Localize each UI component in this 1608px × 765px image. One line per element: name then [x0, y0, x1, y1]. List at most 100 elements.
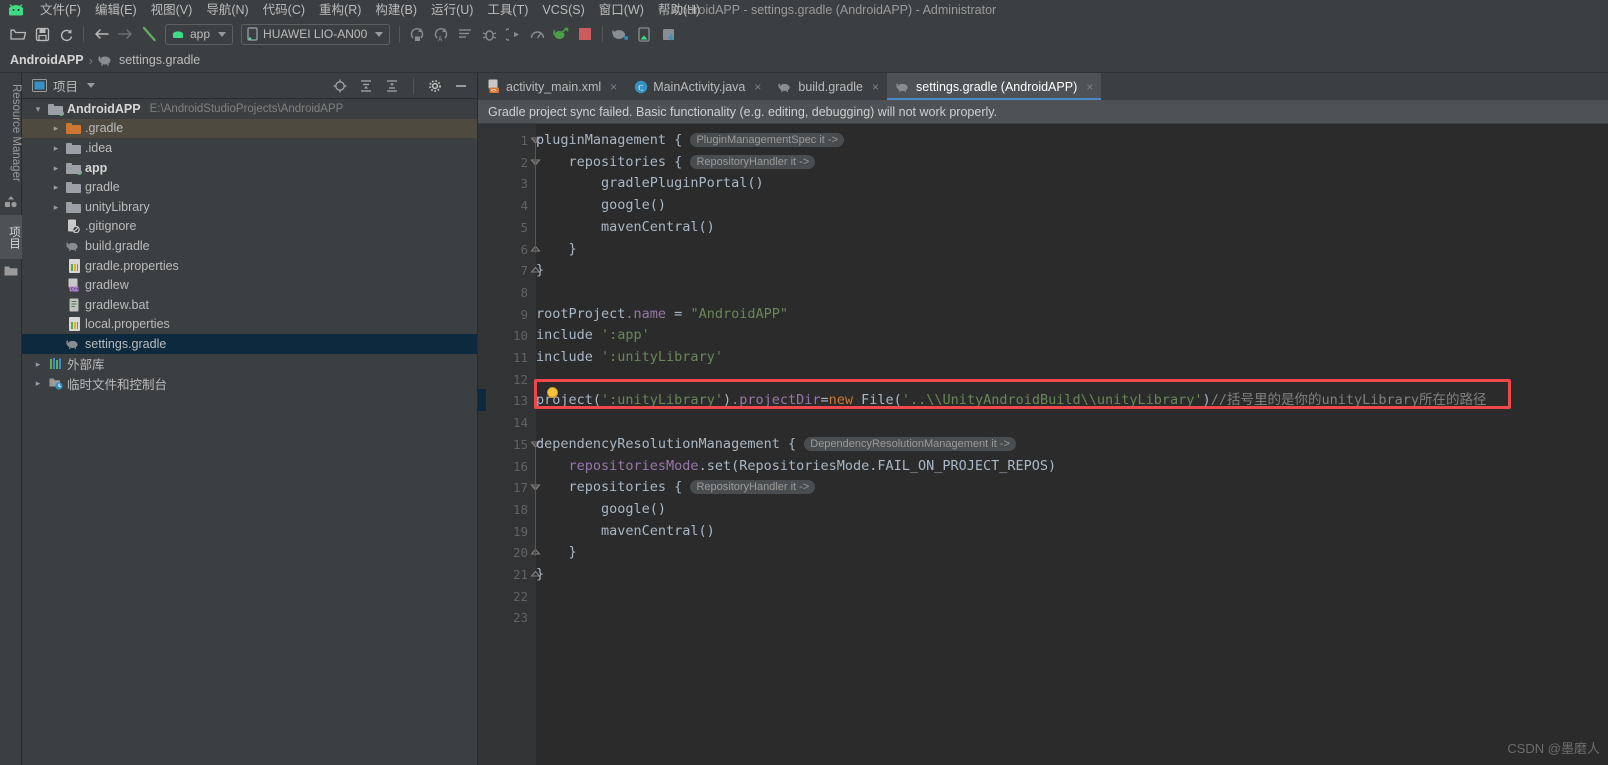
editor-tab[interactable]: <> activity_main.xml × — [478, 73, 625, 100]
tree-row[interactable]: .gradle — [22, 118, 477, 139]
code-lines[interactable]: pluginManagement { PluginManagementSpec … — [536, 124, 1608, 765]
menu-view[interactable]: 视图(V) — [144, 0, 200, 20]
menu-navigate[interactable]: 导航(N) — [199, 0, 255, 20]
menu-run[interactable]: 运行(U) — [424, 0, 480, 20]
tree-row[interactable]: local.properties — [22, 315, 477, 335]
tree-row[interactable]: settings.gradle — [22, 334, 477, 354]
menu-edit[interactable]: 编辑(E) — [88, 0, 144, 20]
code-line[interactable]: mavenCentral() — [536, 217, 715, 239]
code-line[interactable]: } — [536, 564, 544, 586]
code-line[interactable]: pluginManagement { PluginManagementSpec … — [536, 130, 845, 152]
code-line[interactable]: repositories { RepositoryHandler it -> — [536, 477, 816, 499]
menu-window[interactable]: 窗口(W) — [592, 0, 651, 20]
menu-refactor[interactable]: 重构(R) — [312, 0, 368, 20]
tree-expand-arrow-icon[interactable] — [50, 162, 62, 174]
code-line[interactable]: } — [536, 239, 577, 261]
text-file-icon — [66, 297, 81, 312]
tree-row[interactable]: 外部库 — [22, 354, 477, 374]
save-icon[interactable] — [30, 22, 54, 46]
device-selector[interactable]: HUAWEI LIO-AN00 — [241, 23, 391, 45]
tab-close-icon[interactable]: × — [1086, 80, 1093, 94]
tree-expand-arrow-icon[interactable] — [50, 201, 62, 213]
menu-code[interactable]: 代码(C) — [256, 0, 312, 20]
tree-expand-arrow-icon[interactable] — [50, 142, 62, 154]
code-line[interactable]: mavenCentral() — [536, 521, 715, 543]
run-icon[interactable] — [405, 22, 429, 46]
code-line[interactable]: google() — [536, 499, 666, 521]
tree-expand-arrow-icon[interactable] — [32, 358, 44, 370]
code-line[interactable]: rootProject.name = "AndroidAPP" — [536, 304, 788, 326]
code-area[interactable]: 1 2 3 4 5 6 7 8 9 10 11 12 13 14 15 16 17 18 19 20 21 22 23 pl… — [478, 124, 1608, 765]
logcat-icon[interactable] — [453, 22, 477, 46]
open-folder-icon[interactable] — [6, 22, 30, 46]
tab-close-icon[interactable]: × — [754, 80, 761, 94]
line-number-gutter[interactable]: 1 2 3 4 5 6 7 8 9 10 11 12 13 14 15 16 17 18 19 20 21 22 23 — [478, 124, 541, 765]
tree-expand-arrow-icon[interactable] — [50, 122, 62, 134]
collapse-all-icon[interactable] — [382, 76, 402, 96]
code-token: File( — [853, 392, 902, 409]
menu-file[interactable]: 文件(F) — [33, 0, 88, 20]
tool-tab-resource-manager[interactable]: Resource Manager — [0, 79, 22, 187]
tab-close-icon[interactable]: × — [872, 80, 879, 94]
gradle-elephant-icon — [66, 336, 81, 351]
attach-debugger-icon[interactable] — [501, 22, 525, 46]
tree-row[interactable]: .gitignore — [22, 217, 477, 237]
tree-row[interactable]: C++ gradlew — [22, 275, 477, 295]
code-line[interactable]: } — [536, 260, 544, 282]
tree-row[interactable]: build.gradle — [22, 236, 477, 256]
code-line[interactable]: repositories { RepositoryHandler it -> — [536, 152, 816, 174]
forward-arrow-icon[interactable] — [113, 22, 137, 46]
settings-gear-icon[interactable] — [425, 76, 445, 96]
tree-expand-arrow-icon[interactable] — [32, 377, 44, 389]
tab-close-icon[interactable]: × — [610, 80, 617, 94]
sync-icon[interactable] — [54, 22, 78, 46]
apply-changes-icon[interactable]: A — [429, 22, 453, 46]
tree-row[interactable]: gradlew.bat — [22, 295, 477, 315]
menu-vcs[interactable]: VCS(S) — [535, 0, 591, 20]
debug-icon[interactable] — [477, 22, 501, 46]
sync-gradle-icon[interactable] — [549, 22, 573, 46]
device-file-explorer-icon[interactable] — [656, 22, 680, 46]
code-line[interactable]: dependencyResolutionManagement { Depende… — [536, 434, 1016, 456]
stop-icon[interactable] — [573, 22, 597, 46]
code-line[interactable]: include ':app' — [536, 325, 650, 347]
tree-expand-arrow-icon[interactable] — [32, 103, 44, 115]
menu-build[interactable]: 构建(B) — [368, 0, 424, 20]
menu-tools[interactable]: 工具(T) — [480, 0, 535, 20]
editor-tab[interactable]: settings.gradle (AndroidAPP) × — [887, 73, 1102, 100]
tree-row[interactable]: AndroidAPP E:\AndroidStudioProjects\Andro… — [22, 99, 477, 119]
editor-tab[interactable]: build.gradle × — [769, 73, 887, 100]
sdk-manager-icon[interactable] — [608, 22, 632, 46]
intention-bulb-icon[interactable] — [547, 387, 558, 398]
chevron-down-icon[interactable] — [87, 83, 96, 88]
editor-tab[interactable]: C MainActivity.java × — [625, 73, 769, 100]
profiler-icon[interactable] — [525, 22, 549, 46]
breadcrumb-project[interactable]: AndroidAPP — [10, 53, 84, 67]
code-line[interactable]: google() — [536, 195, 666, 217]
tree-row[interactable]: app — [22, 158, 477, 178]
tree-row[interactable]: gradle.properties — [22, 256, 477, 276]
code-line[interactable]: project(':unityLibrary').projectDir=new … — [536, 390, 1486, 412]
avd-manager-icon[interactable] — [632, 22, 656, 46]
module-selector[interactable]: app — [165, 23, 234, 45]
line-number: 19 — [512, 523, 528, 539]
tree-row[interactable]: 临时文件和控制台 — [22, 373, 477, 393]
code-line[interactable]: repositoriesMode.set(RepositoriesMode.FA… — [536, 456, 1057, 478]
code-line[interactable]: gradlePluginPortal() — [536, 173, 764, 195]
tree-row[interactable]: .idea — [22, 138, 477, 158]
code-line[interactable]: } — [536, 542, 577, 564]
watermark: CSDN @墨磨人 — [1507, 741, 1600, 756]
tool-tab-project[interactable]: 项目 — [0, 215, 22, 259]
tree-row[interactable]: unityLibrary — [22, 197, 477, 217]
code-token: include — [536, 327, 602, 344]
breadcrumb-file[interactable]: settings.gradle — [119, 53, 200, 67]
locate-target-icon[interactable] — [330, 76, 350, 96]
expand-all-icon[interactable] — [356, 76, 376, 96]
tree-expand-arrow-icon[interactable] — [50, 181, 62, 193]
minimize-icon[interactable] — [451, 76, 471, 96]
build-hammer-icon[interactable] — [137, 22, 161, 46]
back-arrow-icon[interactable] — [89, 22, 113, 46]
tree-row[interactable]: gradle — [22, 177, 477, 197]
code-line[interactable]: include ':unityLibrary' — [536, 347, 723, 369]
project-tree[interactable]: AndroidAPP E:\AndroidStudioProjects\Andro… — [22, 99, 477, 765]
